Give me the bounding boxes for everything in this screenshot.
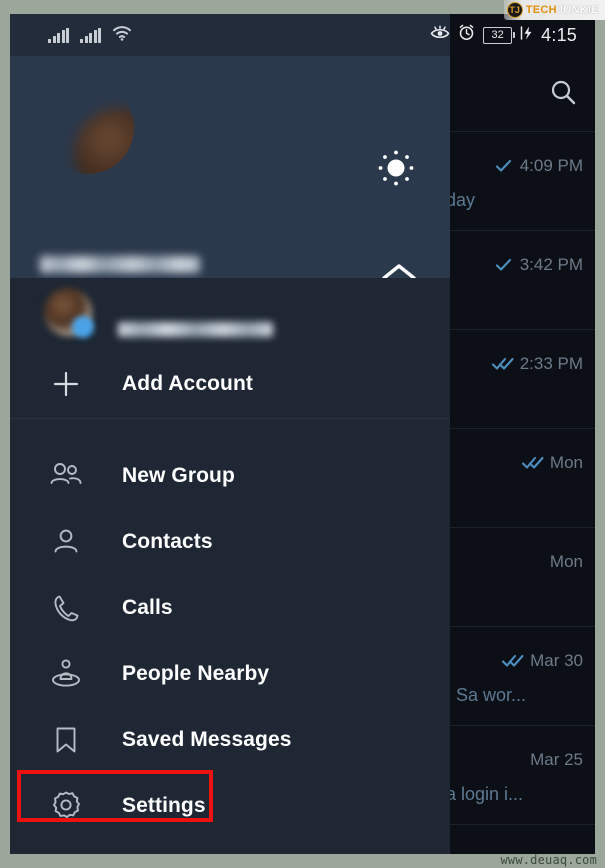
double-check-icon xyxy=(501,654,524,668)
chat-list-panel: 4:09 PM day 3:42 PM 2:33 PM Mon Mon Mar … xyxy=(446,56,595,854)
people-nearby-icon xyxy=(46,658,86,690)
bookmark-icon xyxy=(46,725,86,755)
chat-list-item[interactable]: Mar 25 a login i... xyxy=(446,726,595,825)
chat-item-time: 3:42 PM xyxy=(519,255,583,274)
chat-item-preview: a login i... xyxy=(446,784,524,804)
menu-item-contacts[interactable]: Contacts xyxy=(10,509,450,575)
menu-item-label: Settings xyxy=(122,794,206,817)
drawer-menu: New Group Contacts Calls People Nearby S… xyxy=(10,419,450,839)
phone-screen: 32 4:15 4:09 PM day 3:42 PM 2:33 PM Mon … xyxy=(10,14,595,854)
chat-list-item[interactable]: 4:09 PM day xyxy=(446,132,595,231)
battery-level-text: 32 xyxy=(491,29,504,41)
chat-item-meta: Mon xyxy=(550,552,583,572)
eye-icon xyxy=(430,24,450,46)
chat-item-time: Mar 30 xyxy=(530,651,583,670)
profile-name-redacted xyxy=(40,256,200,273)
techjunkie-watermark: TJ TECHJUNKIE xyxy=(503,0,605,20)
status-bar-right-icons: 32 4:15 xyxy=(430,14,577,56)
status-bar-left-icons xyxy=(48,14,132,56)
navigation-drawer: Add Account New Group Contacts Calls Peo… xyxy=(10,56,450,854)
status-bar: 32 4:15 xyxy=(10,14,595,56)
search-icon[interactable] xyxy=(549,78,577,111)
double-check-icon xyxy=(491,357,514,371)
gear-icon xyxy=(46,790,86,822)
menu-item-new-group[interactable]: New Group xyxy=(10,443,450,509)
battery-indicator: 32 xyxy=(483,26,516,44)
menu-item-label: Contacts xyxy=(122,530,213,553)
status-bar-clock: 4:15 xyxy=(541,24,577,45)
chat-item-time: Mon xyxy=(549,453,583,472)
charging-bolt-icon xyxy=(520,25,533,46)
avatar[interactable] xyxy=(42,82,134,174)
chat-item-meta: 2:33 PM xyxy=(491,354,583,374)
double-check-icon xyxy=(521,456,544,470)
drawer-profile-header[interactable] xyxy=(10,56,450,299)
chat-item-time: Mar 25 xyxy=(530,750,583,769)
brand-part-two: JUNKIE xyxy=(556,4,599,16)
menu-item-saved-messages[interactable]: Saved Messages xyxy=(10,707,450,773)
menu-item-label: People Nearby xyxy=(122,662,270,685)
chat-item-time: 2:33 PM xyxy=(519,354,583,373)
chat-item-meta: 3:42 PM xyxy=(491,255,583,275)
menu-item-label: Saved Messages xyxy=(122,728,292,751)
menu-item-calls[interactable]: Calls xyxy=(10,575,450,641)
chat-list-item[interactable]: Mon xyxy=(450,528,595,627)
plus-icon xyxy=(46,369,86,399)
menu-item-settings[interactable]: Settings xyxy=(10,770,450,839)
brand-part-one: TECH xyxy=(525,4,557,16)
footer-url-watermark: www.deuaq.com xyxy=(500,853,597,867)
menu-item-people-nearby[interactable]: People Nearby xyxy=(10,641,450,707)
account-badge xyxy=(72,316,94,338)
chat-item-meta: Mar 25 xyxy=(530,750,583,770)
screenshot-frame: 32 4:15 4:09 PM day 3:42 PM 2:33 PM Mon … xyxy=(0,0,605,868)
chat-list-header xyxy=(450,56,595,132)
chat-item-preview: . Sa wor... xyxy=(446,685,527,705)
sun-icon[interactable] xyxy=(374,146,418,195)
tj-badge-icon: TJ xyxy=(506,2,523,18)
chat-item-meta: 4:09 PM xyxy=(491,156,583,176)
chat-item-preview: day xyxy=(446,190,476,210)
chat-item-meta: Mon xyxy=(521,453,583,473)
add-account-label: Add Account xyxy=(122,372,253,395)
chat-list-item[interactable]: Mon xyxy=(450,429,595,528)
phone-icon xyxy=(46,593,86,623)
single-check-icon xyxy=(491,258,513,272)
accounts-section: Add Account xyxy=(10,278,450,418)
chat-item-time: 4:09 PM xyxy=(519,156,583,175)
techjunkie-text: TECHJUNKIE xyxy=(526,4,599,16)
cellular-signal-icon xyxy=(48,27,69,43)
chat-list-item[interactable]: 2:33 PM xyxy=(450,330,595,429)
menu-item-label: Calls xyxy=(122,596,173,619)
alarm-clock-icon xyxy=(458,24,475,46)
chat-item-meta: Mar 30 xyxy=(501,651,583,671)
chat-list-item[interactable]: Mar 30 . Sa wor... xyxy=(446,627,595,726)
account-row[interactable] xyxy=(10,278,450,350)
people-group-icon xyxy=(46,461,86,491)
cellular-signal-icon xyxy=(80,27,101,43)
account-name-redacted xyxy=(118,322,273,337)
single-check-icon xyxy=(491,159,513,173)
add-account-row[interactable]: Add Account xyxy=(10,350,450,418)
chat-list-item[interactable]: 3:42 PM xyxy=(450,231,595,330)
chat-item-time: Mon xyxy=(549,552,583,571)
wifi-icon xyxy=(112,25,132,46)
person-icon xyxy=(46,527,86,557)
menu-item-label: New Group xyxy=(122,464,235,487)
